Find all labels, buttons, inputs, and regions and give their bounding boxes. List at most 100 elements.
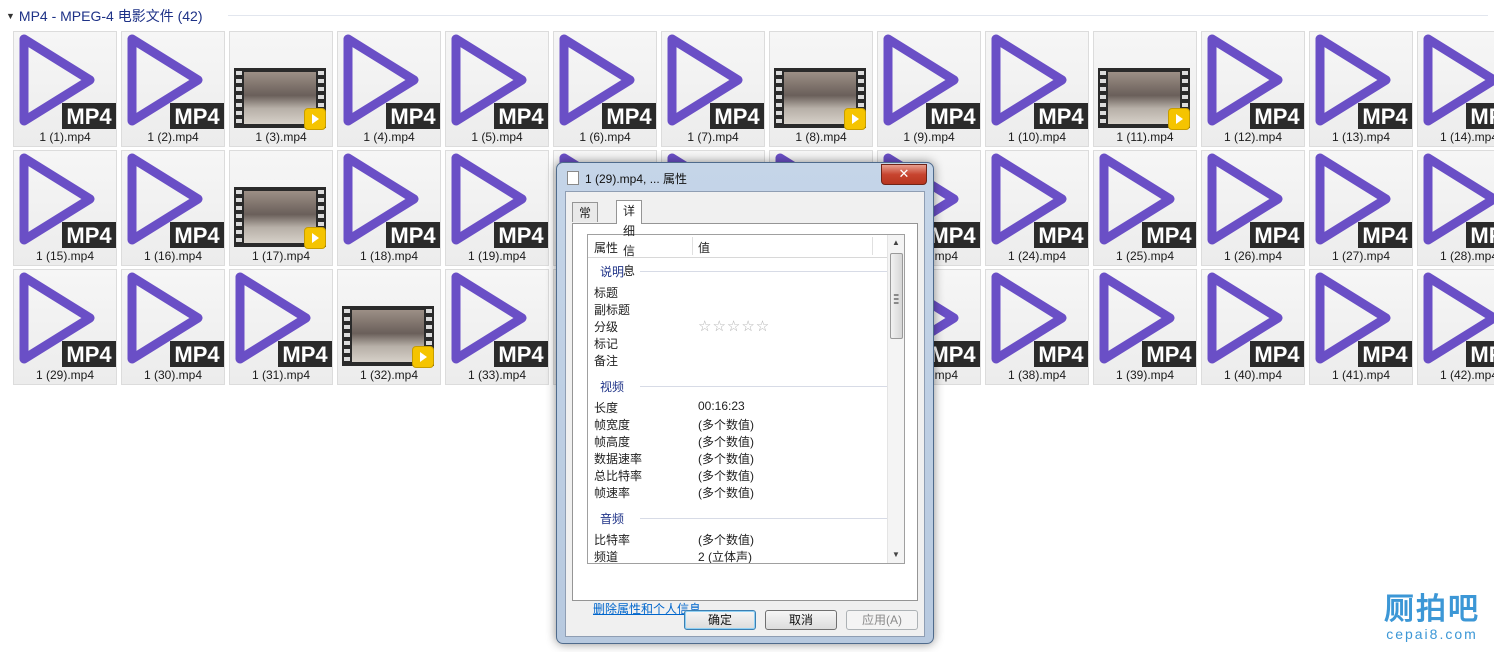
file-name: 1 (40).mp4 xyxy=(1223,368,1283,382)
file-tile[interactable]: MP4 1 (4).mp4 xyxy=(337,31,441,147)
property-value[interactable]: 00:16:23 xyxy=(698,399,745,413)
column-header-value[interactable]: 值 xyxy=(698,239,710,256)
mp4-play-icon: MP4 xyxy=(991,272,1088,367)
mp4-badge-label: MP4 xyxy=(174,104,220,129)
file-tile[interactable]: MP4 1 (40).mp4 xyxy=(1201,269,1305,385)
property-value[interactable]: (多个数值) xyxy=(698,484,754,501)
file-tile[interactable]: MP4 1 (27).mp4 xyxy=(1309,150,1413,266)
file-tile[interactable]: MP4 1 (7).mp4 xyxy=(661,31,765,147)
file-tile[interactable]: MP4 1 (30).mp4 xyxy=(121,269,225,385)
mp4-badge-label: MP4 xyxy=(1038,104,1084,129)
file-tile[interactable]: MP4 1 (24).mp4 xyxy=(985,150,1089,266)
cancel-button[interactable]: 取消 xyxy=(765,610,837,630)
mp4-play-icon: MP4 xyxy=(883,34,980,129)
property-name: 标题 xyxy=(594,286,619,300)
property-row[interactable]: 比特率 (多个数值) xyxy=(594,530,884,547)
property-name: 分级 xyxy=(594,320,619,334)
file-tile[interactable]: MP4 1 (1).mp4 xyxy=(13,31,117,147)
column-separator[interactable] xyxy=(872,237,873,255)
property-row[interactable]: 总比特率 (多个数值) xyxy=(594,466,884,483)
property-list[interactable]: 属性 值 说明 标题 副标题 分级 ☆☆☆☆☆ 标记 备注 视频 长度 00:16:23 帧宽度 (多… xyxy=(587,234,905,564)
tab-details[interactable]: 详细信息 xyxy=(616,200,643,278)
file-name: 1 (30).mp4 xyxy=(143,368,203,382)
column-header-property[interactable]: 属性 xyxy=(594,239,618,256)
mp4-badge-label: MP4 xyxy=(498,223,544,248)
property-name: 帧宽度 xyxy=(594,418,631,432)
file-tile[interactable]: MP4 1 (41).mp4 xyxy=(1309,269,1413,385)
property-value[interactable]: (多个数值) xyxy=(698,433,754,450)
file-tile[interactable]: 1 (11).mp4 xyxy=(1093,31,1197,147)
file-tile[interactable]: MP4 1 (16).mp4 xyxy=(121,150,225,266)
mp4-play-icon: MP4 xyxy=(1207,153,1304,248)
property-row[interactable]: 帧宽度 (多个数值) xyxy=(594,415,884,432)
section-divider xyxy=(640,518,888,519)
property-value[interactable]: (多个数值) xyxy=(698,531,754,548)
mp4-play-icon: MP4 xyxy=(1099,153,1196,248)
property-row[interactable]: 频道 2 (立体声) xyxy=(594,547,884,563)
file-tile[interactable]: MP41 (14).mp4 xyxy=(1417,31,1494,147)
file-tile[interactable]: MP41 (28).mp4 xyxy=(1417,150,1494,266)
file-tile[interactable]: MP4 1 (2).mp4 xyxy=(121,31,225,147)
file-tile[interactable]: 1 (32).mp4 xyxy=(337,269,441,385)
rating-stars-icon[interactable]: ☆☆☆☆☆ xyxy=(698,317,770,335)
file-tile[interactable]: MP4 1 (26).mp4 xyxy=(1201,150,1305,266)
file-name: 1 (15).mp4 xyxy=(35,249,95,263)
property-value[interactable]: (多个数值) xyxy=(698,450,754,467)
vertical-scrollbar[interactable]: ▲ ‗ ‗ ‗ ▼ xyxy=(887,235,904,563)
property-name: 数据速率 xyxy=(594,452,643,466)
property-row[interactable]: 分级 ☆☆☆☆☆ xyxy=(594,317,884,335)
property-row[interactable]: 备注 xyxy=(594,351,884,368)
file-tile[interactable]: MP4 1 (18).mp4 xyxy=(337,150,441,266)
scrollbar-thumb[interactable]: ‗ ‗ ‗ xyxy=(890,253,903,339)
mp4-badge-label: MP4 xyxy=(174,223,220,248)
file-tile[interactable]: MP4 1 (13).mp4 xyxy=(1309,31,1413,147)
watermark-site: cepai8.com xyxy=(1386,626,1478,642)
file-tile[interactable]: MP4 1 (12).mp4 xyxy=(1201,31,1305,147)
mp4-badge-label: MP4 xyxy=(930,342,976,367)
dialog-titlebar[interactable]: 1 (29).mp4, ... 属性 ✕ xyxy=(557,163,933,191)
property-row[interactable]: 帧高度 (多个数值) xyxy=(594,432,884,449)
file-tile[interactable]: MP4 1 (33).mp4 xyxy=(445,269,549,385)
mp4-badge-label: MP4 xyxy=(930,104,976,129)
mp4-play-icon: MP4 xyxy=(991,153,1088,248)
player-badge-icon xyxy=(1168,108,1190,130)
file-tile[interactable]: MP4 1 (19).mp4 xyxy=(445,150,549,266)
property-row[interactable]: 长度 00:16:23 xyxy=(594,398,884,415)
file-tile[interactable]: 1 (17).mp4 xyxy=(229,150,333,266)
file-tile[interactable]: MP41 (42).mp4 xyxy=(1417,269,1494,385)
file-tile[interactable]: MP4 1 (6).mp4 xyxy=(553,31,657,147)
apply-button[interactable]: 应用(A) xyxy=(846,610,918,630)
file-name: 1 (42).mp4 xyxy=(1439,368,1494,382)
file-tile[interactable]: MP4 1 (39).mp4 xyxy=(1093,269,1197,385)
tab-general[interactable]: 常规 xyxy=(572,202,599,240)
column-separator[interactable] xyxy=(692,237,693,255)
mp4-badge-label: MP4 xyxy=(1146,342,1192,367)
property-row[interactable]: 副标题 xyxy=(594,300,884,317)
property-value[interactable]: 2 (立体声) xyxy=(698,548,752,563)
property-row[interactable]: 标记 xyxy=(594,334,884,351)
file-tile[interactable]: 1 (8).mp4 xyxy=(769,31,873,147)
mp4-badge-label: MP4 xyxy=(498,342,544,367)
file-tile[interactable]: MP4 1 (31).mp4 xyxy=(229,269,333,385)
file-tile[interactable]: MP4 1 (10).mp4 xyxy=(985,31,1089,147)
mp4-play-icon: MP4 xyxy=(451,153,548,248)
property-value[interactable]: (多个数值) xyxy=(698,467,754,484)
scroll-up-arrow-icon[interactable]: ▲ xyxy=(888,235,904,251)
property-row[interactable]: 标题 xyxy=(594,283,884,300)
file-name: 1 (11).mp4 xyxy=(1116,130,1174,144)
file-tile[interactable]: MP4 1 (38).mp4 xyxy=(985,269,1089,385)
file-tile[interactable]: 1 (3).mp4 xyxy=(229,31,333,147)
file-tile[interactable]: MP4 1 (29).mp4 xyxy=(13,269,117,385)
property-row[interactable]: 数据速率 (多个数值) xyxy=(594,449,884,466)
file-tile[interactable]: MP4 1 (15).mp4 xyxy=(13,150,117,266)
file-name: 1 (31).mp4 xyxy=(251,368,311,382)
file-tile[interactable]: MP4 1 (9).mp4 xyxy=(877,31,981,147)
property-value[interactable]: (多个数值) xyxy=(698,416,754,433)
ok-button[interactable]: 确定 xyxy=(684,610,756,630)
file-tile[interactable]: MP4 1 (25).mp4 xyxy=(1093,150,1197,266)
file-tile[interactable]: MP4 1 (5).mp4 xyxy=(445,31,549,147)
close-button[interactable]: ✕ xyxy=(881,164,927,185)
property-row[interactable]: 帧速率 (多个数值) xyxy=(594,483,884,500)
mp4-badge-label: MP4 xyxy=(1470,104,1494,129)
scroll-down-arrow-icon[interactable]: ▼ xyxy=(888,547,904,563)
